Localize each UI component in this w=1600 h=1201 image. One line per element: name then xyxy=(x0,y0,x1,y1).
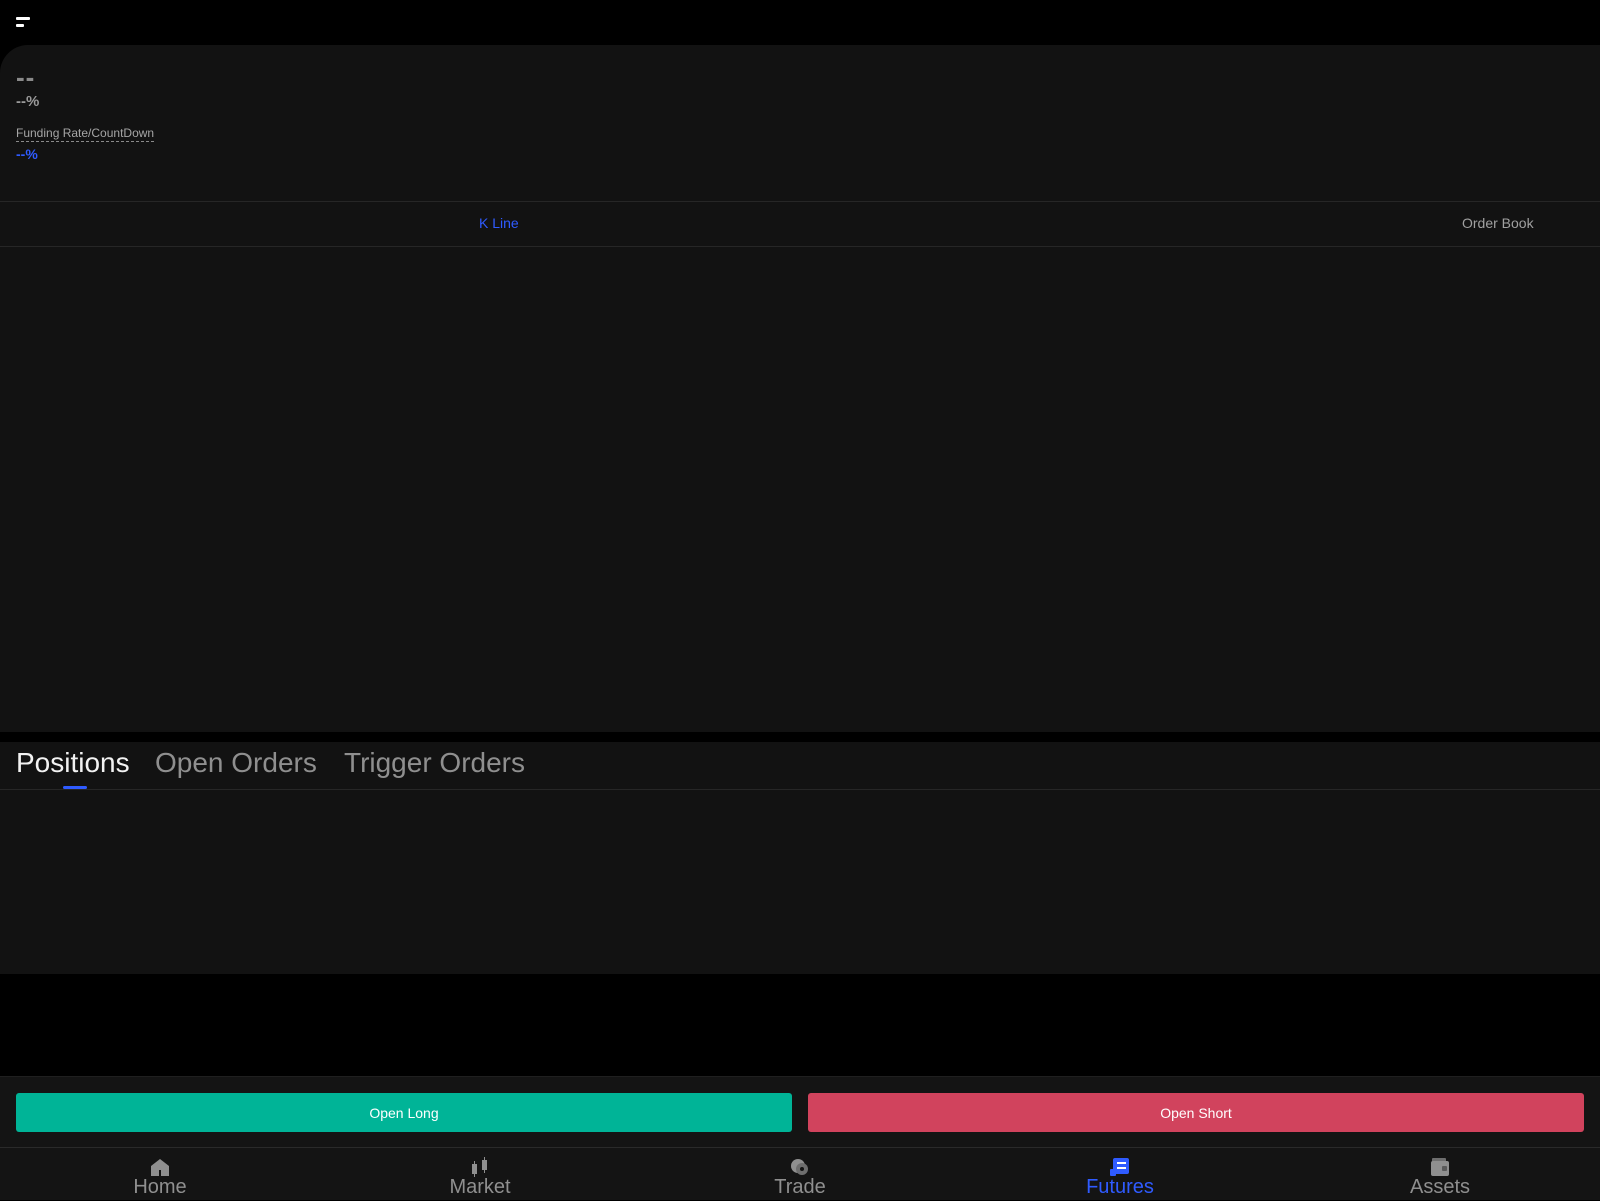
tab-kline[interactable]: K Line xyxy=(479,215,519,231)
nav-label-home: Home xyxy=(133,1176,187,1198)
action-bar: Open Long Open Short xyxy=(0,1076,1600,1147)
bottom-nav: Home Market Trade Futures Assets xyxy=(0,1147,1600,1200)
tab-open-orders[interactable]: Open Orders xyxy=(155,747,317,779)
active-tab-indicator xyxy=(63,786,87,789)
last-price: -- xyxy=(16,62,36,92)
tab-trigger-orders[interactable]: Trigger Orders xyxy=(344,747,525,779)
funding-rate-value: --% xyxy=(16,146,38,162)
top-bar xyxy=(0,0,1600,45)
funding-rate-label[interactable]: Funding Rate/CountDown xyxy=(16,126,155,142)
nav-item-trade[interactable]: Trade xyxy=(640,1148,960,1201)
open-long-button[interactable]: Open Long xyxy=(16,1093,792,1132)
nav-item-futures[interactable]: Futures xyxy=(960,1148,1280,1201)
price-change: --% xyxy=(16,93,40,110)
nav-item-assets[interactable]: Assets xyxy=(1280,1148,1600,1201)
home-icon xyxy=(151,1159,169,1176)
futures-icon xyxy=(1110,1158,1129,1176)
ticker-panel: -- --% Funding Rate/CountDown --% xyxy=(0,45,1600,201)
chart-view-tabs: K Line Order Book xyxy=(0,201,1600,247)
nav-label-futures: Futures xyxy=(1086,1176,1154,1198)
open-short-button[interactable]: Open Short xyxy=(808,1093,1584,1132)
menu-icon[interactable] xyxy=(16,17,32,29)
trade-icon xyxy=(791,1159,808,1175)
orders-tabs: Positions Open Orders Trigger Orders xyxy=(0,742,1600,790)
orders-list xyxy=(0,790,1600,974)
candlestick-icon xyxy=(472,1157,487,1177)
nav-item-market[interactable]: Market xyxy=(320,1148,640,1201)
tab-positions[interactable]: Positions xyxy=(16,747,130,779)
kline-chart-area[interactable] xyxy=(0,247,1600,732)
nav-label-market: Market xyxy=(449,1176,511,1198)
nav-item-home[interactable]: Home xyxy=(0,1148,320,1201)
wallet-icon xyxy=(1431,1158,1449,1176)
nav-label-trade: Trade xyxy=(774,1176,826,1198)
nav-label-assets: Assets xyxy=(1409,1176,1471,1198)
tab-order-book[interactable]: Order Book xyxy=(1462,215,1534,231)
